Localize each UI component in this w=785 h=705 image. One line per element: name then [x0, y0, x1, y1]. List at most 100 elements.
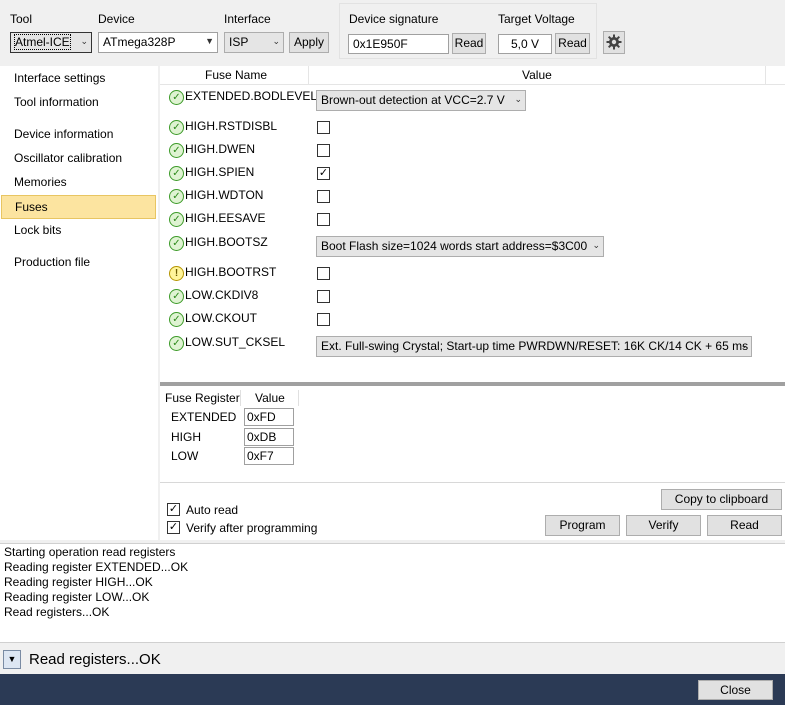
signature-read-button[interactable]: Read — [452, 33, 486, 54]
register-value-field[interactable]: 0xF7 — [244, 447, 294, 465]
fuse-value-select-text: Boot Flash size=1024 words start address… — [321, 239, 588, 253]
fuse-row: ✓ LOW.SUT_CKSEL Ext. Full-swing Crystal;… — [160, 334, 785, 357]
fuse-row: ✓ HIGH.DWEN — [160, 141, 785, 164]
auto-read-label: Auto read — [186, 503, 239, 517]
fuse-name: HIGH.EESAVE — [185, 211, 266, 225]
tool-select-value: Atmel-ICE — [14, 34, 71, 50]
fuse-row: ! HIGH.BOOTRST — [160, 264, 785, 287]
chevron-down-icon: ⌄ — [592, 240, 600, 250]
chevron-down-icon: ⌄ — [740, 340, 748, 350]
program-button[interactable]: Program — [545, 515, 620, 536]
sidebar-item-lock-bits[interactable]: Lock bits — [0, 219, 156, 243]
sidebar-item-production-file[interactable]: Production file — [0, 251, 156, 275]
check-circle-icon: ✓ — [169, 189, 184, 204]
voltage-field[interactable]: 5,0 V — [498, 34, 552, 54]
fuse-checkbox[interactable] — [317, 213, 330, 226]
check-circle-icon: ✓ — [169, 143, 184, 158]
splitter-handle[interactable] — [160, 382, 785, 386]
fuse-row: ✓ HIGH.EESAVE — [160, 210, 785, 233]
settings-button[interactable] — [603, 31, 625, 54]
fuse-name: HIGH.SPIEN — [185, 165, 255, 179]
chevron-down-icon: ⌄ — [80, 36, 88, 46]
register-value-field[interactable]: 0xFD — [244, 408, 294, 426]
sidebar: Interface settings Tool information Devi… — [0, 66, 158, 540]
check-circle-icon: ✓ — [169, 120, 184, 135]
fuse-name: HIGH.RSTDISBL — [185, 119, 278, 133]
check-circle-icon: ✓ — [169, 90, 184, 105]
sidebar-item-interface-settings[interactable]: Interface settings — [0, 67, 156, 91]
fuse-value-select[interactable]: Brown-out detection at VCC=2.7 V ⌄ — [316, 90, 526, 111]
chevron-down-icon: ⌄ — [514, 94, 522, 104]
fuse-row: ✓ EXTENDED.BODLEVEL Brown-out detection … — [160, 88, 785, 111]
column-divider — [765, 66, 766, 85]
chevron-down-icon: ▼ — [205, 36, 214, 46]
expand-log-button[interactable]: ▼ — [3, 650, 21, 669]
interface-label: Interface — [224, 12, 271, 26]
sidebar-item-device-information[interactable]: Device information — [0, 123, 156, 147]
fuse-name: EXTENDED.BODLEVEL — [185, 89, 318, 103]
fuse-value-header: Value — [522, 68, 552, 82]
register-name: EXTENDED — [171, 410, 237, 424]
sidebar-item-oscillator-calibration[interactable]: Oscillator calibration — [0, 147, 156, 171]
status-text: Read registers...OK — [29, 651, 161, 668]
fuse-checkbox[interactable] — [317, 190, 330, 203]
signature-field[interactable]: 0x1E950F — [348, 34, 449, 54]
auto-read-checkbox[interactable]: ✓ — [167, 503, 180, 516]
dialog-footer: Close — [0, 674, 785, 705]
fuse-value-select-text: Ext. Full-swing Crystal; Start-up time P… — [321, 339, 749, 353]
fuse-name: LOW.SUT_CKSEL — [185, 335, 286, 349]
fuse-row: ✓ LOW.CKDIV8 — [160, 287, 785, 310]
check-circle-icon: ✓ — [169, 166, 184, 181]
checkmark-icon: ✓ — [168, 503, 179, 515]
voltage-read-button[interactable]: Read — [555, 33, 590, 54]
tool-select[interactable]: Atmel-ICE ⌄ — [10, 32, 92, 53]
sidebar-item-tool-information[interactable]: Tool information — [0, 91, 156, 115]
device-select[interactable]: ATmega328P ▼ — [98, 32, 218, 53]
log-line: Reading register HIGH...OK — [4, 575, 153, 589]
read-button[interactable]: Read — [707, 515, 782, 536]
log-line: Reading register LOW...OK — [4, 590, 150, 604]
fuse-checkbox-checked[interactable]: ✓ — [317, 167, 330, 180]
fuse-name: HIGH.BOOTSZ — [185, 235, 268, 249]
register-name-header: Fuse Register — [165, 391, 240, 405]
fuse-value-select[interactable]: Boot Flash size=1024 words start address… — [316, 236, 604, 257]
copy-to-clipboard-button[interactable]: Copy to clipboard — [661, 489, 782, 510]
tool-label: Tool — [10, 12, 33, 26]
verify-button[interactable]: Verify — [626, 515, 701, 536]
sidebar-item-fuses[interactable]: Fuses — [1, 195, 156, 219]
close-button[interactable]: Close — [698, 680, 773, 700]
log-line: Read registers...OK — [4, 605, 110, 619]
fuse-checkbox[interactable] — [317, 313, 330, 326]
interface-select-value: ISP — [229, 35, 249, 49]
device-select-value: ATmega328P — [103, 35, 176, 49]
fuse-table-header: Fuse Name Value — [160, 66, 785, 85]
fuse-value-select[interactable]: Ext. Full-swing Crystal; Start-up time P… — [316, 336, 752, 357]
checkmark-icon: ✓ — [318, 167, 329, 179]
register-value-field[interactable]: 0xDB — [244, 428, 294, 446]
register-value-header: Value — [255, 391, 285, 405]
apply-button[interactable]: Apply — [289, 32, 329, 53]
fuses-panel: Fuse Name Value ✓ EXTENDED.BODLEVEL Brow… — [160, 66, 785, 540]
fuse-row: ✓ HIGH.RSTDISBL — [160, 118, 785, 141]
fuse-checkbox[interactable] — [317, 290, 330, 303]
check-circle-icon: ✓ — [169, 289, 184, 304]
fuse-checkbox[interactable] — [317, 121, 330, 134]
warning-icon: ! — [169, 266, 184, 281]
register-name: HIGH — [171, 430, 201, 444]
fuse-checkbox[interactable] — [317, 267, 330, 280]
log-line: Starting operation read registers — [4, 545, 176, 559]
fuse-checkbox[interactable] — [317, 144, 330, 157]
status-bar: ▼ Read registers...OK — [0, 646, 785, 674]
sidebar-item-memories[interactable]: Memories — [0, 171, 156, 195]
check-circle-icon: ✓ — [169, 212, 184, 227]
verify-after-programming-label: Verify after programming — [186, 521, 318, 535]
chevron-down-icon: ▼ — [7, 654, 17, 664]
device-label: Device — [98, 12, 135, 26]
column-divider — [240, 390, 241, 406]
output-log[interactable]: Starting operation read registers Readin… — [0, 543, 785, 643]
register-table-header: Fuse Register Value — [160, 388, 785, 406]
verify-after-programming-checkbox[interactable]: ✓ — [167, 521, 180, 534]
column-divider — [308, 66, 309, 85]
interface-select[interactable]: ISP ⌄ — [224, 32, 284, 53]
check-circle-icon: ✓ — [169, 312, 184, 327]
